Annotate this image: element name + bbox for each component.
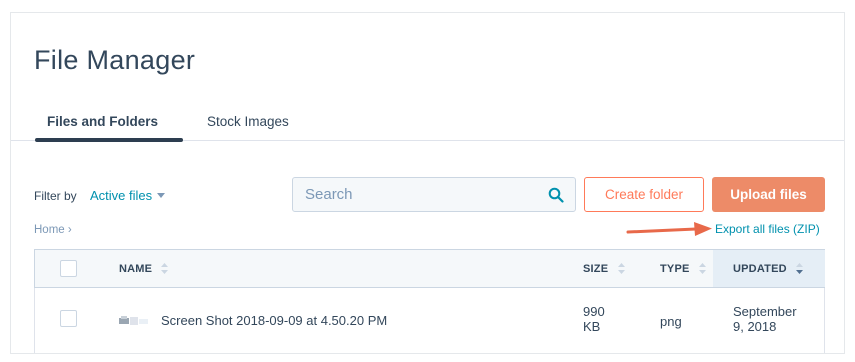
select-all-checkbox[interactable] [60, 260, 77, 277]
updated-date-line2: 9, 2018 [733, 319, 777, 334]
sort-icon [617, 262, 625, 274]
breadcrumb-home[interactable]: Home › [34, 224, 72, 236]
updated-date-line1: September [733, 304, 797, 319]
row-checkbox[interactable] [60, 310, 77, 327]
file-manager-panel: File Manager Files and Folders Stock Ima… [10, 12, 845, 354]
search-input[interactable]: Search [292, 177, 576, 212]
arrow-right-icon [626, 222, 712, 236]
export-all-files-link[interactable]: Export all files (ZIP) [715, 222, 820, 236]
file-name-link[interactable]: Screen Shot 2018-09-09 at 4.50.20 PM [161, 313, 387, 328]
column-type-label: TYPE [660, 263, 690, 275]
column-header-updated[interactable]: UPDATED [733, 262, 804, 275]
active-tab-indicator [35, 138, 183, 142]
tab-stock-images[interactable]: Stock Images [207, 114, 289, 129]
table-row[interactable]: Screen Shot 2018-09-09 at 4.50.20 PM 990… [34, 288, 825, 353]
column-size-label: SIZE [583, 263, 609, 275]
column-header-name[interactable]: NAME [119, 262, 169, 275]
column-header-size[interactable]: SIZE [583, 262, 625, 275]
column-updated-label: UPDATED [733, 263, 787, 275]
search-icon[interactable] [548, 187, 564, 203]
table-header: NAME SIZE TYPE UPDATED [34, 249, 825, 288]
filter-dropdown[interactable]: Active files [90, 188, 166, 203]
caret-down-icon [157, 193, 166, 199]
column-header-type[interactable]: TYPE [660, 262, 706, 275]
file-size: 990 KB [583, 304, 605, 334]
filter-label: Filter by [34, 189, 77, 203]
files-table: NAME SIZE TYPE UPDATED Screen Shot 2018-… [34, 249, 825, 353]
search-placeholder: Search [305, 186, 353, 203]
column-name-label: NAME [119, 263, 153, 275]
file-updated: September 9, 2018 [733, 304, 797, 334]
tab-files-and-folders[interactable]: Files and Folders [47, 114, 158, 129]
sort-desc-icon [796, 262, 804, 274]
page-title: File Manager [34, 45, 196, 75]
tab-bar: Files and Folders Stock Images [11, 105, 844, 142]
file-thumbnail [119, 316, 148, 325]
file-type: png [660, 314, 682, 329]
sort-icon [161, 262, 169, 274]
filter-value: Active files [90, 188, 153, 203]
create-folder-button[interactable]: Create folder [584, 177, 704, 212]
file-size-unit: KB [583, 319, 601, 334]
upload-files-button[interactable]: Upload files [712, 177, 825, 212]
sort-icon [698, 262, 706, 274]
file-size-value: 990 [583, 304, 605, 319]
